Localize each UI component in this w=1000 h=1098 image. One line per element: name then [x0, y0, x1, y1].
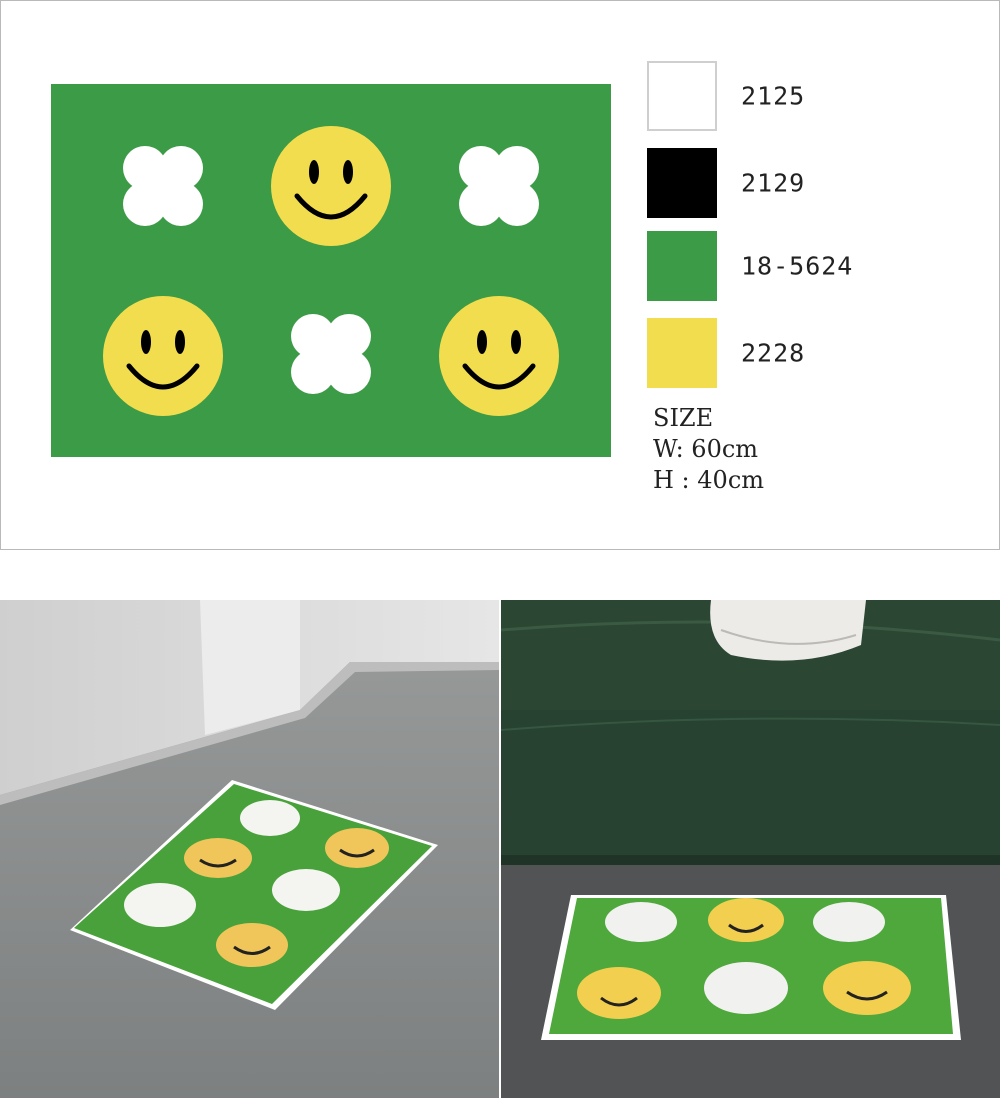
size-info: SIZE W: 60cm H : 40cm — [653, 403, 764, 496]
palette-item: 2129 — [647, 148, 947, 218]
color-swatch-black — [647, 148, 717, 218]
pillow — [710, 600, 866, 661]
color-swatch-white — [647, 61, 717, 131]
color-code: 2125 — [741, 81, 806, 111]
color-swatch-yellow — [647, 318, 717, 388]
palette-item: 2228 — [647, 318, 947, 388]
photo-floor — [0, 600, 499, 1098]
palette-item: 2125 — [647, 61, 947, 131]
size-height: H : 40cm — [653, 466, 765, 494]
rug-design — [51, 84, 611, 457]
smiley-icon — [271, 126, 391, 246]
smiley-icon — [103, 296, 223, 416]
color-code: 18-5624 — [741, 251, 854, 281]
palette-item: 18-5624 — [647, 231, 947, 301]
spec-panel: 2125 2129 18-5624 2228 SIZE W: 60cm H : … — [0, 0, 1000, 550]
photo-sofa — [501, 600, 1000, 1098]
color-code: 2228 — [741, 338, 806, 368]
size-heading: SIZE — [653, 404, 714, 432]
clover-icon — [123, 146, 203, 226]
color-swatch-green — [647, 231, 717, 301]
color-code: 2129 — [741, 168, 806, 198]
size-width: W: 60cm — [653, 435, 759, 463]
clover-icon — [459, 146, 539, 226]
photo-floor-image — [0, 600, 499, 1098]
clover-icon — [291, 314, 371, 394]
smiley-icon — [439, 296, 559, 416]
rug-photo — [541, 895, 961, 1040]
photo-sofa-image — [501, 600, 1000, 1098]
